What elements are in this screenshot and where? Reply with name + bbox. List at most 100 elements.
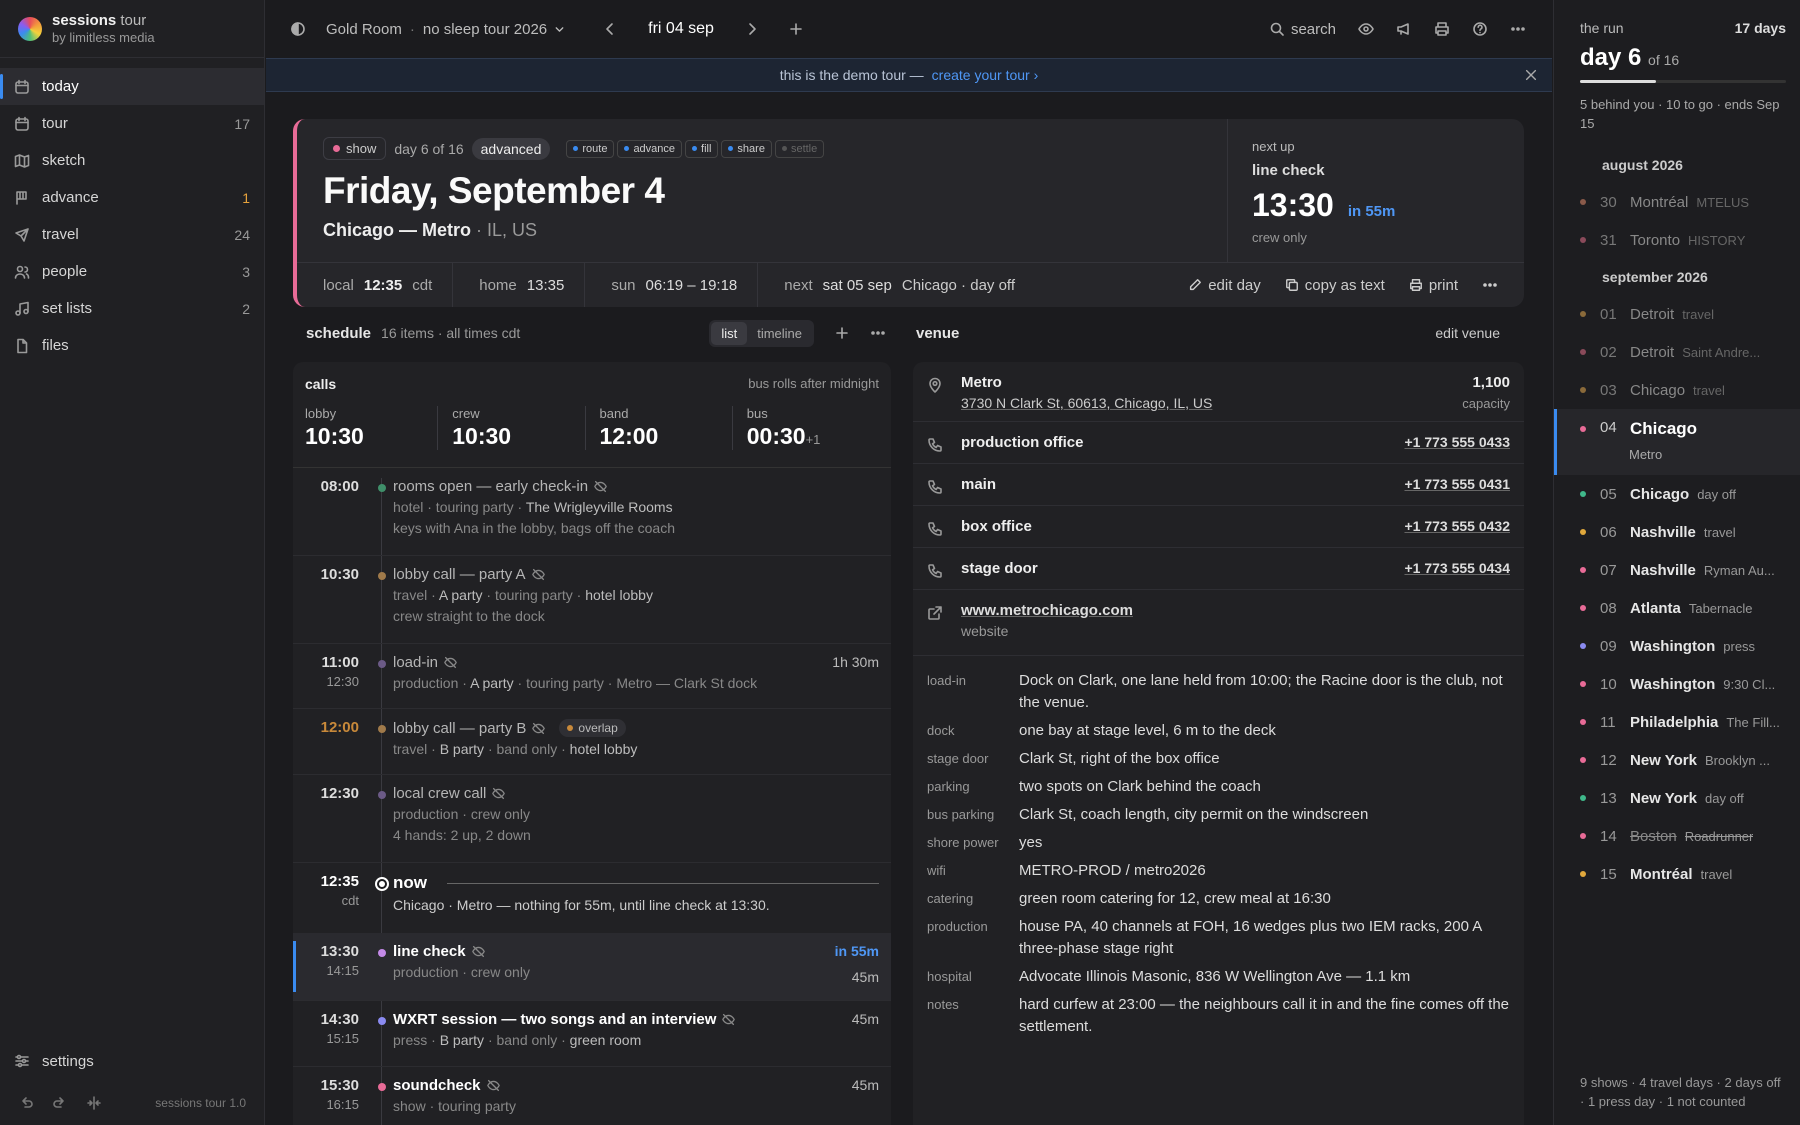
redo-icon[interactable] [52,1095,68,1111]
run-day-item[interactable]: 02 Detroit Saint Andre... [1554,333,1800,371]
search-button[interactable]: search [1269,21,1336,38]
sidebar-item-travel[interactable]: travel 24 [0,216,264,253]
tour-selector[interactable]: no sleep tour 2026 [423,21,566,38]
day-region: · IL, US [476,220,538,240]
copy-as-text-button[interactable]: copy as text [1285,277,1385,294]
schedule-item-current[interactable]: 13:30 14:15 line check production · crew … [293,933,891,1001]
stage-step-fill[interactable]: fill [685,139,719,158]
sidebar-item-today[interactable]: today [0,68,264,105]
sidebar-item-people[interactable]: people 3 [0,253,264,290]
schedule-item[interactable]: 10:30 lobby call — party A travel · A pa… [293,556,891,644]
sidebar-item-files[interactable]: files [0,327,264,364]
brand-logo [18,16,42,41]
next-up-panel[interactable]: next up line check 13:30 in 55m crew only [1227,119,1524,262]
prev-day-icon[interactable] [602,21,618,37]
run-day-item[interactable]: 10 Washington 9:30 Cl... [1554,665,1800,703]
topbar-actions: search [1269,21,1552,38]
more-icon[interactable] [1482,277,1498,293]
view-list-tab[interactable]: list [711,321,748,345]
print-button[interactable]: print [1409,277,1458,294]
run-day-item[interactable]: 09 Washington press [1554,627,1800,665]
schedule-list: 08:00 rooms open — early check-in hotel … [293,468,891,1125]
info-row: hospital Advocate Illinois Masonic, 836 W… [927,968,1411,985]
people-icon [14,265,30,279]
run-day-item[interactable]: 03 Chicago travel [1554,371,1800,409]
phone-link[interactable]: +1 773 555 0432 [1405,518,1511,534]
day-type-chip[interactable]: show [323,137,387,160]
sidebar-item-label: tour [42,115,68,132]
next-up-countdown: in 55m [1347,203,1396,220]
phone-link[interactable]: +1 773 555 0433 [1405,434,1511,450]
call-lobby[interactable]: lobby 10:30 [305,406,437,450]
stage-pill[interactable]: advanced [471,137,551,160]
brand[interactable]: sessions tour by limitless media [0,0,264,58]
collapse-sidebar-icon[interactable] [86,1095,102,1111]
website-link[interactable]: www.metrochicago.com [961,602,1510,619]
schedule-item[interactable]: 14:30 15:15 WXRT session — two songs and … [293,1001,891,1067]
sidebar-item-count: 17 [234,115,250,132]
call-bus[interactable]: bus 00:30+1 [731,406,879,450]
phone-link[interactable]: +1 773 555 0434 [1405,560,1511,576]
run-day-item[interactable]: 31 Toronto HISTORY [1554,221,1800,259]
tour-selector-label: no sleep tour 2026 [422,20,548,38]
schedule-item[interactable]: 08:00 rooms open — early check-in hotel … [293,468,891,556]
stage-step-share[interactable]: share [721,139,772,158]
printer-icon[interactable] [1434,21,1450,37]
more-icon[interactable] [870,325,886,341]
call-crew[interactable]: crew 10:30 [437,406,584,450]
run-day-item[interactable]: 07 Nashville Ryman Au... [1554,551,1800,589]
create-tour-link[interactable]: create your tour › [932,67,1039,83]
run-day-item[interactable]: 01 Detroit travel [1554,295,1800,333]
edit-day-button[interactable]: edit day [1188,277,1261,294]
run-day-item[interactable]: 06 Nashville travel [1554,513,1800,551]
schedule-item[interactable]: 15:30 16:15 soundcheck show · touring par… [293,1067,891,1125]
more-icon[interactable] [1510,21,1526,37]
schedule-item[interactable]: 12:30 local crew call production · crew … [293,775,891,863]
add-item-icon[interactable] [834,325,850,341]
run-day-item[interactable]: 08 Atlanta Tabernacle [1554,589,1800,627]
schedule-item[interactable]: 12:00 lobby call — party Boverlap travel… [293,709,891,775]
undo-icon[interactable] [18,1095,34,1111]
view-timeline-tab[interactable]: timeline [747,322,812,345]
phone-link[interactable]: +1 773 555 0431 [1405,476,1511,492]
run-day-item[interactable]: 15 Montréal travel [1554,855,1800,893]
run-day-item[interactable]: 30 Montréal MTELUS [1554,183,1800,221]
stage-step-settle[interactable]: settle [774,139,825,158]
stage-step-advance[interactable]: advance [617,139,683,158]
chevron-down-icon [555,26,564,32]
next-day[interactable]: next sat 05 sep Chicago · day off [758,263,1035,307]
settings-button[interactable]: settings [0,1041,264,1081]
info-row: catering green room catering for 12, crew… [927,890,1331,907]
stage-step-route[interactable]: route [566,139,615,158]
calls-section: calls bus rolls after midnight lobby 10:30… [293,362,891,468]
breadcrumb-room[interactable]: Gold Room [326,21,402,38]
theme-toggle-icon[interactable] [290,21,306,37]
eye-icon[interactable] [1358,21,1374,37]
venue-address-link[interactable]: 3730 N Clark St, 60613, Chicago, IL, US [961,395,1462,411]
now-dot [375,877,389,891]
sidebar-item-set-lists[interactable]: set lists 2 [0,290,264,327]
megaphone-icon[interactable] [1396,21,1412,37]
schedule-item[interactable]: 11:00 12:30 load-in production · A party … [293,644,891,709]
run-day-item[interactable]: 14 Boston Roadrunner [1554,817,1800,855]
external-link-icon [928,606,942,620]
current-date[interactable]: fri 04 sep [648,20,714,38]
edit-venue-button[interactable]: edit venue [1435,325,1524,341]
run-day-item[interactable]: 05 Chicago day off [1554,475,1800,513]
call-band[interactable]: band 12:00 [584,406,732,450]
run-day-item[interactable]: 13 New York day off [1554,779,1800,817]
phone-icon [928,564,942,578]
close-icon[interactable] [1524,68,1538,82]
add-icon[interactable] [788,21,804,37]
run-day-item[interactable]: 11 Philadelphia The Fill... [1554,703,1800,741]
run-day-item[interactable]: 12 New York Brooklyn ... [1554,741,1800,779]
help-icon[interactable] [1472,21,1488,37]
sidebar-item-label: today [42,78,79,95]
next-day-icon[interactable] [744,21,760,37]
sidebar-item-advance[interactable]: advance 1 [0,179,264,216]
now-marker: 12:35 cdt now Chicago · Metro — nothing f… [293,863,891,933]
sidebar-item-tour[interactable]: tour 17 [0,105,264,142]
day-location: Chicago — Metro · IL, US [323,220,1227,241]
run-day-item-current[interactable]: 04 Chicago Metro [1554,409,1800,475]
sidebar-item-sketch[interactable]: sketch [0,142,264,179]
